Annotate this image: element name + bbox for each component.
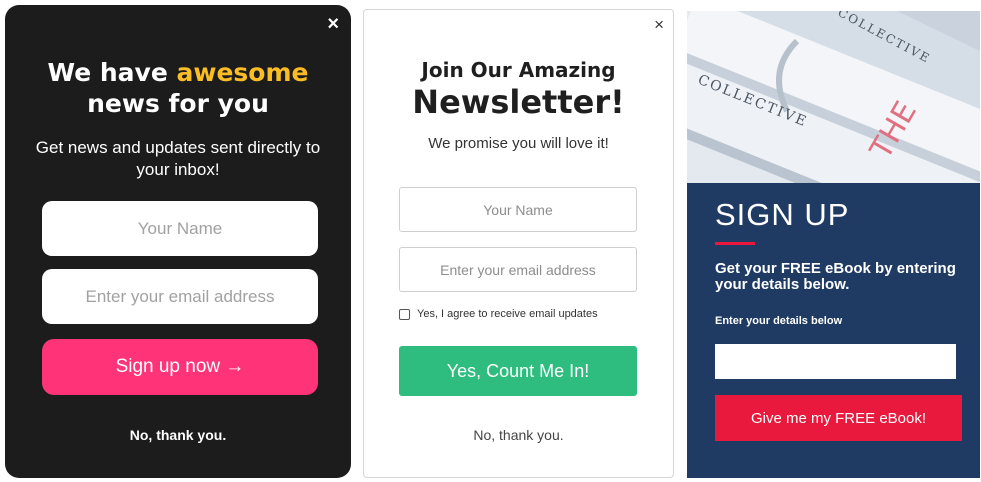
headline-text-2: news for you — [87, 89, 269, 118]
details-input[interactable] — [715, 344, 956, 379]
subscribe-button[interactable]: Yes, Count Me In! — [399, 346, 637, 396]
email-input[interactable]: Enter your email address — [399, 247, 637, 292]
close-icon[interactable]: × — [327, 13, 339, 36]
name-input[interactable]: Your Name — [399, 187, 637, 232]
decline-link[interactable]: No, thank you. — [364, 427, 673, 443]
sign-up-button[interactable]: Sign up now → — [42, 339, 318, 395]
get-ebook-button[interactable]: Give me my FREE eBook! — [715, 395, 962, 441]
title-underline — [715, 242, 755, 245]
popup-dark: × We have awesome news for you Get news … — [5, 5, 351, 478]
popup-white: × Join Our Amazing Newsletter! We promis… — [363, 9, 674, 478]
details-label: Enter your details below — [715, 315, 843, 327]
popup-ebook: COLLECTIVE THE COLLECTIVE SIGN UP Get yo… — [687, 11, 980, 478]
close-icon[interactable]: × — [654, 15, 664, 35]
newsletter-title-line2: Newsletter! — [412, 83, 625, 121]
consent-row: Yes, I agree to receive email updates — [399, 308, 598, 320]
headline-highlight: awesome — [176, 58, 309, 87]
newsletter-subtitle: We promise you will love it! — [428, 135, 609, 152]
book-photo-art: COLLECTIVE THE COLLECTIVE — [687, 11, 980, 183]
popup-dark-subtitle: Get news and updates sent directly to yo… — [35, 138, 321, 179]
email-input[interactable]: Enter your email address — [42, 269, 318, 324]
popup-dark-headline: We have awesome news for you — [5, 57, 351, 119]
consent-label: Yes, I agree to receive email updates — [417, 308, 598, 320]
consent-checkbox[interactable] — [399, 308, 410, 320]
headline-text: We have — [47, 58, 177, 87]
decline-link[interactable]: No, thank you. — [5, 427, 351, 443]
signup-title: SIGN UP — [715, 197, 850, 232]
book-photo: COLLECTIVE THE COLLECTIVE — [687, 11, 980, 183]
newsletter-title-line1: Join Our Amazing — [421, 58, 616, 82]
name-input[interactable]: Your Name — [42, 201, 318, 256]
signup-lead: Get your FREE eBook by entering your det… — [715, 260, 956, 293]
signup-panel: SIGN UP Get your FREE eBook by entering … — [687, 183, 980, 478]
